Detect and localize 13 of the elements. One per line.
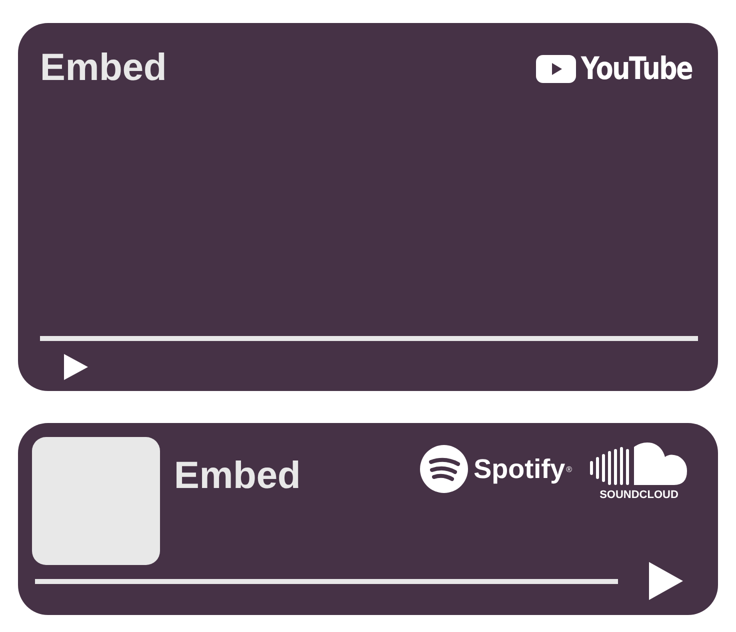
logo-text: Spotify	[474, 454, 566, 484]
spotify-waves-icon	[420, 445, 468, 493]
play-badge-icon	[536, 54, 576, 82]
card-title: Embed	[40, 47, 167, 90]
logo-text: YouTube	[580, 50, 692, 86]
registered-mark: ®	[566, 464, 572, 474]
play-icon[interactable]	[63, 353, 89, 381]
progress-track[interactable]	[35, 578, 618, 584]
cloud-icon	[590, 441, 688, 485]
progress-track[interactable]	[40, 336, 698, 341]
play-icon[interactable]	[648, 561, 684, 601]
card-title: Embed	[174, 455, 301, 498]
logo-text: SOUNDCLOUD	[600, 489, 678, 501]
